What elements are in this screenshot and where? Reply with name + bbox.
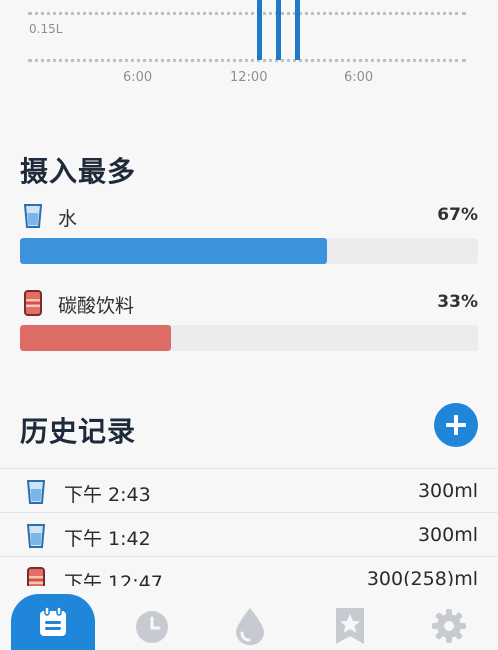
achievement-star-icon — [336, 608, 364, 644]
history-amount: 300ml — [417, 480, 478, 502]
tab-calendar[interactable] — [10, 586, 96, 650]
hourly-intake-chart: 0.15L 6:00 12:00 6:00 — [0, 0, 498, 100]
bottom-tab-bar — [0, 586, 498, 650]
intake-bar-track-water — [20, 238, 478, 264]
chart-bar — [295, 0, 300, 60]
water-glass-icon — [27, 480, 45, 504]
drink-row-water: 水 67% — [20, 202, 478, 230]
history-time: 下午 2:43 — [64, 484, 151, 506]
drink-name: 碳酸饮料 — [58, 295, 135, 317]
intake-bar-fill-soda — [20, 325, 172, 351]
history-row[interactable]: 下午 2:43 300ml — [0, 468, 498, 513]
calendar-icon — [40, 606, 66, 636]
drink-row-soda: 碳酸饮料 33% — [20, 289, 478, 317]
history-time: 下午 1:42 — [64, 528, 151, 550]
history-amount: 300ml — [417, 524, 478, 546]
chart-gridline — [28, 12, 466, 15]
clock-icon — [136, 611, 168, 643]
add-record-button[interactable] — [434, 403, 478, 447]
chart-y-label: 0.15L — [29, 22, 63, 36]
chart-x-tick: 6:00 — [123, 70, 153, 85]
drink-percent: 67% — [437, 205, 478, 225]
chart-bar — [276, 0, 281, 60]
water-glass-icon — [24, 204, 42, 228]
soda-can-icon — [24, 290, 42, 316]
drink-name: 水 — [58, 208, 78, 230]
water-drop-icon — [236, 608, 264, 645]
drink-percent: 33% — [437, 292, 478, 312]
gear-icon — [432, 609, 466, 643]
history-row[interactable]: 下午 1:42 300ml — [0, 512, 498, 557]
tab-history[interactable] — [117, 586, 187, 650]
intake-bar-fill-water — [20, 238, 327, 264]
tab-drink[interactable] — [215, 586, 285, 650]
chart-x-tick: 12:00 — [230, 70, 268, 85]
intake-bar-track-soda — [20, 325, 478, 351]
water-glass-icon — [27, 524, 45, 548]
chart-x-tick: 6:00 — [344, 70, 374, 85]
chart-baseline — [28, 59, 466, 62]
tab-settings[interactable] — [414, 586, 484, 650]
tab-achievements[interactable] — [316, 586, 386, 650]
history-title: 历史记录 — [20, 415, 137, 448]
most-intake-title: 摄入最多 — [20, 155, 137, 188]
chart-bar — [257, 0, 262, 60]
